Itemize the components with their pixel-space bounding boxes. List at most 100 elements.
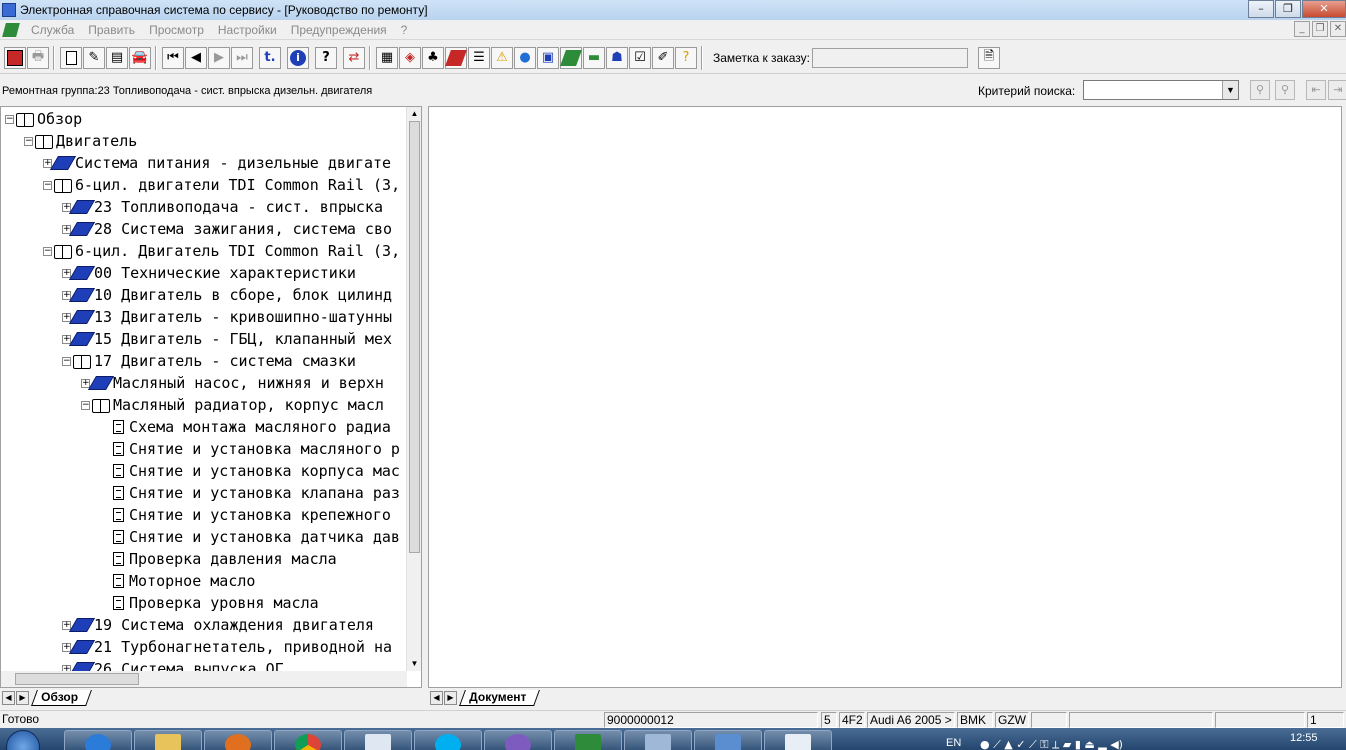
- tools-button[interactable]: ✐: [652, 46, 674, 69]
- tree-hscroll-thumb[interactable]: [15, 673, 139, 685]
- switch-button[interactable]: ⇄: [343, 46, 365, 69]
- menu-warnings[interactable]: Предупреждения: [284, 23, 394, 37]
- search-criteria-select[interactable]: ▼: [1083, 80, 1239, 100]
- task-window[interactable]: [624, 730, 692, 750]
- collapse-node-icon[interactable]: −: [43, 180, 52, 190]
- language-indicator[interactable]: EN: [946, 737, 961, 749]
- task-skype[interactable]: [414, 730, 482, 750]
- warning-button[interactable]: ⚠: [491, 46, 513, 69]
- tree-node[interactable]: − Двигатель: [24, 130, 137, 152]
- cart-button[interactable]: ▣: [537, 46, 559, 69]
- link-button[interactable]: t.: [259, 46, 281, 69]
- tree-node[interactable]: +23 Топливоподача - сист. впрыска: [62, 196, 383, 218]
- search-next-button[interactable]: ⚲: [1275, 80, 1295, 100]
- task-ie[interactable]: [64, 730, 132, 750]
- tree-node[interactable]: Снятие и установка крепежного: [100, 504, 391, 526]
- notes-button[interactable]: ▤: [106, 46, 128, 69]
- info-button[interactable]: i: [287, 46, 309, 69]
- green-car-button[interactable]: ▬: [583, 46, 605, 69]
- calculator-button[interactable]: ▦: [376, 46, 398, 69]
- green-book-button[interactable]: [560, 46, 582, 69]
- tree-horizontal-scrollbar[interactable]: [1, 671, 407, 687]
- tab-next-icon[interactable]: ▶: [16, 691, 29, 705]
- edit-button[interactable]: ✎: [83, 46, 105, 69]
- doc-tab-prev-icon[interactable]: ◀: [430, 691, 443, 705]
- tree-node[interactable]: +10 Двигатель в сборе, блок цилинд: [62, 284, 392, 306]
- tab-overview[interactable]: Обзор: [31, 690, 92, 706]
- menu-service[interactable]: Служба: [24, 23, 81, 37]
- help-button[interactable]: ?: [315, 46, 337, 69]
- task-keyboard[interactable]: [344, 730, 412, 750]
- tab-document[interactable]: Документ: [459, 690, 541, 706]
- tree-node[interactable]: +21 Турбонагнетатель, приводной на: [62, 636, 392, 658]
- tree-node[interactable]: +19 Система охлаждения двигателя: [62, 614, 374, 636]
- note-edit-button[interactable]: 🗎: [977, 46, 1000, 69]
- tree-node[interactable]: +26 Система выпуска ОГ: [62, 658, 284, 671]
- tree-node[interactable]: − Масляный радиатор, корпус масл: [81, 394, 384, 416]
- task-elsa[interactable]: [764, 730, 832, 750]
- scroll-down-icon[interactable]: ▼: [407, 657, 421, 671]
- tray-icons[interactable]: ● ⟋ ▲ ✓ ⟋ ⚿ ⟂ ▰ ▮ ⏏ ▂ ◀): [980, 738, 1123, 750]
- collapse-node-icon[interactable]: −: [62, 356, 71, 366]
- vehicle-button[interactable]: 🚘: [129, 46, 151, 69]
- person-button[interactable]: ☗: [606, 46, 628, 69]
- tree-node[interactable]: +15 Двигатель - ГБЦ, клапанный мех: [62, 328, 392, 350]
- tree-node[interactable]: Снятие и установка корпуса мас: [100, 460, 400, 482]
- new-button[interactable]: [60, 46, 82, 69]
- tree-node[interactable]: − 17 Двигатель - система смазки: [62, 350, 356, 372]
- tree-scroll-thumb[interactable]: [409, 121, 420, 553]
- guide-button[interactable]: ?: [675, 46, 697, 69]
- tab-prev-icon[interactable]: ◀: [2, 691, 15, 705]
- tree-node[interactable]: Проверка уровня масла: [100, 592, 319, 614]
- tree-node[interactable]: +00 Технические характеристики: [62, 262, 356, 284]
- chevron-down-icon[interactable]: ▼: [1222, 81, 1238, 99]
- people-button[interactable]: ♣: [422, 46, 444, 69]
- tree-node[interactable]: +13 Двигатель - кривошипно-шатунны: [62, 306, 392, 328]
- collapse-button[interactable]: ⇤: [1306, 80, 1326, 100]
- first-button[interactable]: ⏮: [162, 46, 184, 69]
- tree-node[interactable]: Снятие и установка масляного р: [100, 438, 400, 460]
- tree-node[interactable]: Моторное масло: [100, 570, 255, 592]
- next-button[interactable]: ▶: [208, 46, 230, 69]
- mdi-close-button[interactable]: ✕: [1330, 21, 1346, 37]
- start-button[interactable]: [6, 730, 40, 750]
- task-media[interactable]: [204, 730, 272, 750]
- red-book-button[interactable]: [445, 46, 467, 69]
- menu-settings[interactable]: Настройки: [211, 23, 284, 37]
- tree-vertical-scrollbar[interactable]: ▲ ▼: [406, 107, 421, 671]
- collapse-node-icon[interactable]: −: [24, 136, 33, 146]
- close-button[interactable]: ✕: [1302, 0, 1346, 18]
- collapse-node-icon[interactable]: −: [43, 246, 52, 256]
- order-note-input[interactable]: [811, 47, 968, 68]
- collapse-node-icon[interactable]: −: [81, 400, 90, 410]
- task-app[interactable]: [554, 730, 622, 750]
- tree-node[interactable]: Снятие и установка клапана раз: [100, 482, 400, 504]
- globe-button[interactable]: ●: [514, 46, 536, 69]
- tree-node[interactable]: +28 Система зажигания, система сво: [62, 218, 392, 240]
- parts-button[interactable]: ◈: [399, 46, 421, 69]
- maximize-button[interactable]: ❐: [1275, 0, 1301, 18]
- collapse-node-icon[interactable]: −: [5, 114, 14, 124]
- scroll-up-icon[interactable]: ▲: [407, 107, 421, 121]
- task-explorer[interactable]: [134, 730, 202, 750]
- menu-edit[interactable]: Править: [81, 23, 142, 37]
- doc-tab-next-icon[interactable]: ▶: [444, 691, 457, 705]
- tree-node[interactable]: Проверка давления масла: [100, 548, 337, 570]
- last-button[interactable]: ⏭: [231, 46, 253, 69]
- minimize-button[interactable]: –: [1248, 0, 1274, 18]
- task-chrome[interactable]: [274, 730, 342, 750]
- mdi-minimize-button[interactable]: _: [1294, 21, 1310, 37]
- tree-node[interactable]: − 6-цил. двигатели TDI Common Rail (3,: [43, 174, 400, 196]
- menu-view[interactable]: Просмотр: [142, 23, 211, 37]
- search-button[interactable]: ⚲: [1250, 80, 1270, 100]
- tree-node[interactable]: Схема монтажа масляного радиа: [100, 416, 391, 438]
- clock[interactable]: 12:55: [1290, 732, 1318, 744]
- list-button[interactable]: ☰: [468, 46, 490, 69]
- tree-node[interactable]: Снятие и установка датчика дав: [100, 526, 400, 548]
- print-button[interactable]: 🖶: [27, 46, 49, 69]
- checklist-button[interactable]: ☑: [629, 46, 651, 69]
- tree-node[interactable]: + Система питания - дизельные двигате: [43, 152, 391, 174]
- exit-button[interactable]: [4, 46, 26, 69]
- expand-button[interactable]: ⇥: [1328, 80, 1346, 100]
- menu-help[interactable]: ?: [394, 23, 415, 37]
